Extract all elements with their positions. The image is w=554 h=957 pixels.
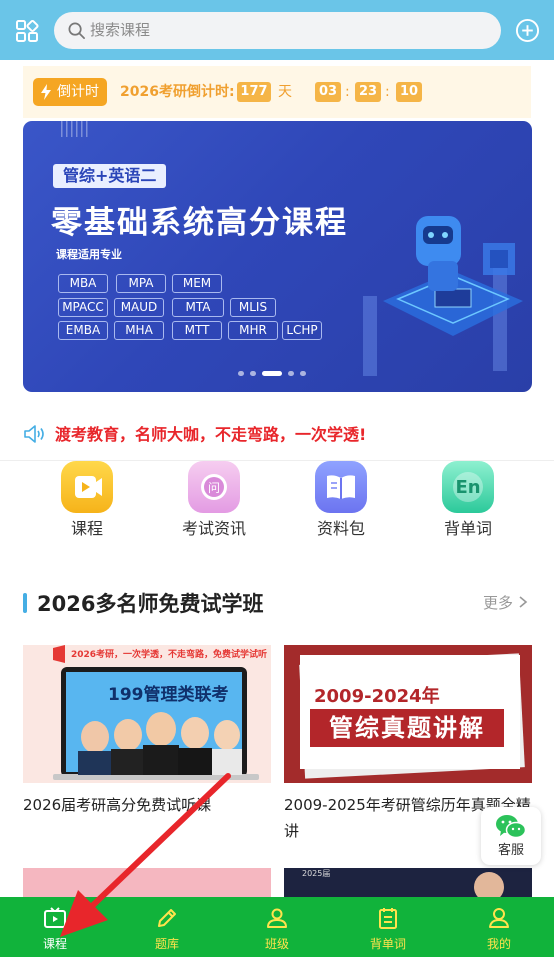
card-image-caption: 2026考研，一次学透，不走弯路，免费试学试听 xyxy=(71,650,268,660)
countdown-separator: : xyxy=(345,84,350,100)
banner-title: 零基础系统高分课程 xyxy=(51,205,348,241)
tab-label: 题库 xyxy=(154,937,179,951)
major-tag: MPACC xyxy=(58,298,108,317)
wechat-icon xyxy=(496,815,527,839)
words-icon xyxy=(379,908,397,929)
tab-course[interactable]: 课程 xyxy=(10,897,100,957)
tab-label: 背单词 xyxy=(369,937,406,951)
customer-service-button[interactable]: 客服 xyxy=(481,807,541,865)
tab-label: 课程 xyxy=(42,937,67,951)
chevron-right-icon xyxy=(519,596,528,608)
major-tag: MBA xyxy=(58,274,108,293)
card-image-title: 管综真题讲解 xyxy=(310,709,504,747)
carousel-dot[interactable] xyxy=(300,371,306,376)
carousel-dot[interactable] xyxy=(238,371,244,376)
section-accent xyxy=(23,593,27,613)
nav-label: 背单词 xyxy=(443,519,492,538)
major-tag: MEM xyxy=(172,274,222,293)
major-tag: LCHP xyxy=(282,321,322,340)
search-icon xyxy=(68,22,85,39)
svg-text:En: En xyxy=(455,477,480,498)
course-icon xyxy=(44,907,66,928)
tab-class[interactable]: 班级 xyxy=(232,897,322,957)
tab-vocabulary[interactable]: 背单词 xyxy=(343,897,433,957)
nav-label: 资料包 xyxy=(316,519,365,538)
banner-subtitle: 课程适用专业 xyxy=(56,248,122,261)
course-card-image[interactable]: 2026考研，一次学透，不走弯路，免费试学试听 199管理类联考 xyxy=(23,645,271,783)
carousel-dot[interactable] xyxy=(288,371,294,376)
en-icon: En xyxy=(442,461,494,513)
countdown-hours: 03 xyxy=(315,82,341,102)
customer-service-label: 客服 xyxy=(497,843,524,858)
tab-label: 班级 xyxy=(264,937,289,951)
card-thumbnail xyxy=(23,645,271,783)
card-image-year: 2009-2024年 xyxy=(314,686,440,707)
countdown-label: 2026考研倒计时: xyxy=(120,84,235,100)
major-tag: EMBA xyxy=(58,321,108,340)
nav-label: 课程 xyxy=(70,519,103,538)
more-label: 更多 xyxy=(483,594,514,612)
countdown-seconds: 10 xyxy=(396,82,422,102)
search-input[interactable]: 搜索课程 xyxy=(54,12,501,49)
teacher-photo xyxy=(474,872,504,897)
user-icon xyxy=(489,908,509,928)
top-bar: 搜索课程 xyxy=(0,0,554,60)
video-icon xyxy=(61,461,113,513)
section-title: 2026多名师免费试学班 xyxy=(37,592,264,616)
countdown-minutes: 23 xyxy=(355,82,381,102)
banner-tag: 管综+英语二 xyxy=(53,164,167,188)
major-tag: MPA xyxy=(116,274,166,293)
tab-label: 我的 xyxy=(486,937,511,951)
book-icon xyxy=(315,461,367,513)
countdown-days-unit: 天 xyxy=(278,84,292,100)
group-icon xyxy=(267,908,287,928)
countdown-separator: : xyxy=(385,84,390,100)
bottom-tab-bar: 课程 题库 班级 背单词 我的 xyxy=(0,897,554,957)
search-placeholder: 搜索课程 xyxy=(90,21,151,39)
course-card-image[interactable]: 2009-2024年 管综真题讲解 xyxy=(284,645,532,783)
major-tag: MHA xyxy=(114,321,164,340)
major-tag: MTT xyxy=(172,321,222,340)
tab-profile[interactable]: 我的 xyxy=(454,897,544,957)
major-tag: MLIS xyxy=(230,298,276,317)
pencil-icon xyxy=(158,909,176,927)
major-tag: MTA xyxy=(172,298,224,317)
svg-text:问: 问 xyxy=(208,481,220,495)
tab-question-bank[interactable]: 题库 xyxy=(122,897,212,957)
add-circle-icon[interactable] xyxy=(515,18,540,43)
exam-countdown: 倒计时 2026考研倒计时: 177 天 03 : 23 : 10 xyxy=(23,66,531,118)
course-card-image[interactable]: 2025届 xyxy=(284,868,532,897)
announcement[interactable]: 渡考教育，名师大咖，不走弯路，一次学透! xyxy=(23,423,533,447)
lightning-icon xyxy=(41,84,51,100)
course-card-image[interactable] xyxy=(23,868,271,897)
major-tag: MHR xyxy=(228,321,278,340)
countdown-badge: 倒计时 xyxy=(33,78,107,106)
question-icon: 问 xyxy=(188,461,240,513)
promo-banner[interactable]: 管综+英语二 零基础系统高分课程 课程适用专业 MBA MPA MEM MPAC… xyxy=(23,121,532,392)
course-card-title[interactable]: 2026届考研高分免费试听课 xyxy=(23,792,271,818)
apps-grid-icon[interactable] xyxy=(15,19,39,43)
more-link[interactable]: 更多 xyxy=(483,593,528,613)
major-tag: MAUD xyxy=(114,298,164,317)
carousel-dot[interactable] xyxy=(250,371,256,376)
card-image-badge: 2025届 xyxy=(302,869,331,878)
nav-label: 考试资讯 xyxy=(181,519,246,538)
announcement-text: 渡考教育，名师大咖，不走弯路，一次学透! xyxy=(55,425,367,444)
countdown-days: 177 xyxy=(237,82,271,102)
carousel-dot-active[interactable] xyxy=(262,371,282,376)
card-image-title: 199管理类联考 xyxy=(108,685,229,705)
countdown-badge-label: 倒计时 xyxy=(57,84,99,100)
speaker-icon xyxy=(24,425,44,443)
